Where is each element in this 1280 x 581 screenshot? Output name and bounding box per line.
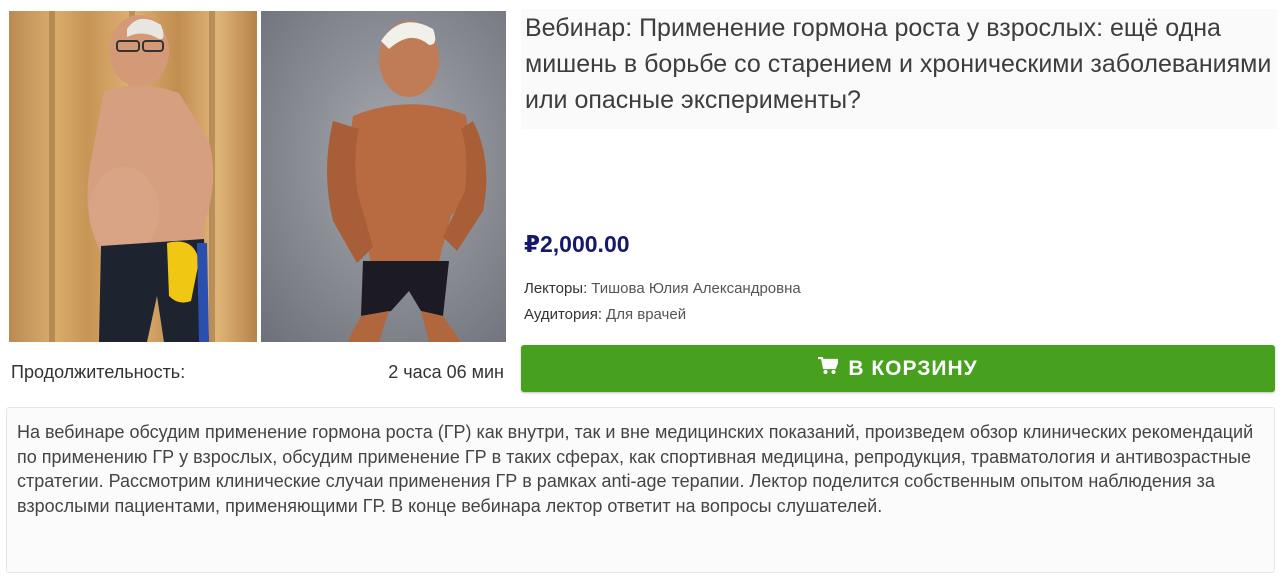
- before-photo: [9, 11, 257, 342]
- audience-row: Аудитория: Для врачей: [524, 306, 686, 323]
- after-photo: [261, 11, 506, 342]
- product-image[interactable]: [9, 11, 506, 342]
- product-description: На вебинаре обсудим применение гормона р…: [17, 422, 1254, 516]
- product-title: Вебинар: Применение гормона роста у взро…: [525, 14, 1272, 114]
- audience-label: Аудитория:: [524, 306, 603, 323]
- product-title-box: Вебинар: Применение гормона роста у взро…: [521, 9, 1277, 129]
- add-to-cart-label: В КОРЗИНУ: [848, 356, 978, 380]
- muscular-man-figure: [327, 21, 487, 342]
- duration-label: Продолжительность:: [11, 362, 186, 382]
- older-man-figure: [87, 15, 214, 342]
- add-to-cart-button[interactable]: В КОРЗИНУ: [521, 345, 1275, 392]
- lecturers-value: Тишова Юлия Александровна: [591, 280, 801, 297]
- audience-value: Для врачей: [606, 306, 687, 323]
- product-price: ₽2,000.00: [524, 231, 630, 257]
- duration-value: 2 часа 06 мин: [388, 362, 504, 382]
- duration-row: Продолжительность: 2 часа 06 мин: [11, 358, 506, 388]
- shopping-cart-icon: [818, 356, 840, 381]
- lecturers-row: Лекторы: Тишова Юлия Александровна: [524, 280, 801, 297]
- description-box: На вебинаре обсудим применение гормона р…: [6, 407, 1275, 573]
- lecturers-label: Лекторы:: [524, 280, 588, 297]
